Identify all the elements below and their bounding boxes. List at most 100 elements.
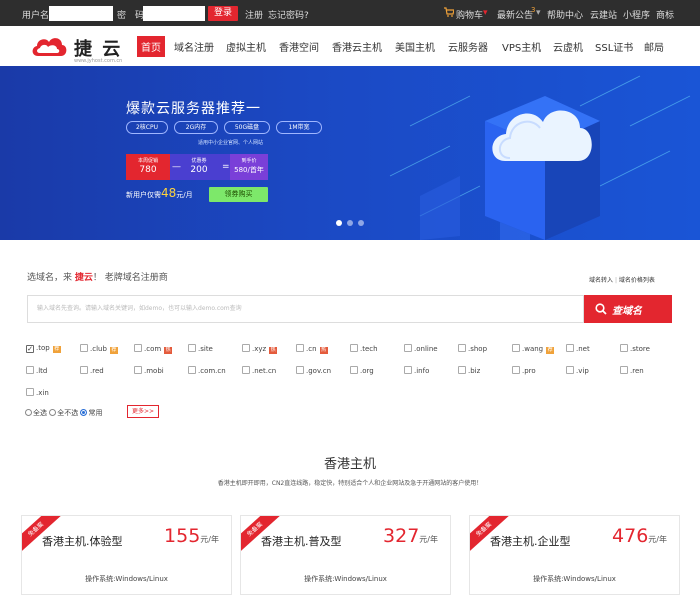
- tld-option[interactable]: .wang 荐: [512, 344, 555, 354]
- tld-option[interactable]: .biz: [458, 366, 480, 376]
- tld-option[interactable]: .shop: [458, 344, 487, 354]
- card-os: 操作系统:Windows/Linux: [533, 575, 616, 583]
- help-link[interactable]: 帮助中心: [547, 8, 583, 21]
- tld-option[interactable]: .mobi: [134, 366, 164, 376]
- tld-checkbox[interactable]: [296, 344, 304, 352]
- tld-option[interactable]: ✓ .top 荐: [26, 344, 61, 354]
- hosting-card-trial[interactable]: 免备案 香港主机.体验型 155元/年 操作系统:Windows/Linux: [21, 515, 232, 595]
- tld-option[interactable]: .tech: [350, 344, 378, 354]
- tld-option[interactable]: .online: [404, 344, 438, 354]
- register-link[interactable]: 注册: [245, 8, 263, 21]
- tld-checkbox[interactable]: [80, 366, 88, 374]
- tld-checkbox[interactable]: [458, 344, 466, 352]
- tld-checkbox[interactable]: [26, 388, 34, 396]
- tld-checkbox[interactable]: [242, 366, 250, 374]
- tld-label: .org: [360, 367, 374, 375]
- tld-checkbox[interactable]: [188, 344, 196, 352]
- tld-checkbox[interactable]: [26, 366, 34, 374]
- radio-select-all[interactable]: 全选: [25, 409, 47, 417]
- tld-checkbox[interactable]: [134, 366, 142, 374]
- tld-checkbox[interactable]: [404, 344, 412, 352]
- card-name: 香港主机.体验型: [42, 535, 123, 548]
- nav-hk-cloud[interactable]: 香港云主机: [332, 39, 382, 54]
- nav-us-host[interactable]: 美国主机: [395, 39, 435, 54]
- tld-option[interactable]: .store: [620, 344, 650, 354]
- tld-option[interactable]: .site: [188, 344, 213, 354]
- carousel-dot-1[interactable]: [336, 220, 342, 226]
- tld-option[interactable]: .cn 热: [296, 344, 328, 354]
- tld-checkbox[interactable]: [512, 344, 520, 352]
- tld-checkbox[interactable]: [404, 366, 412, 374]
- carousel-dot-3[interactable]: [358, 220, 364, 226]
- tld-checkbox[interactable]: [512, 366, 520, 374]
- card-price-value: 155: [164, 525, 201, 547]
- tld-checkbox[interactable]: [620, 366, 628, 374]
- tld-checkbox[interactable]: [296, 366, 304, 374]
- nav-mail[interactable]: 邮局: [644, 39, 664, 54]
- radio-select-common[interactable]: 常用: [80, 409, 102, 417]
- tld-checkbox[interactable]: [134, 344, 142, 352]
- tld-checkbox[interactable]: [566, 344, 574, 352]
- nav-domain[interactable]: 域名注册: [174, 39, 214, 54]
- tld-option[interactable]: .red: [80, 366, 104, 376]
- tld-option[interactable]: .gov.cn: [296, 366, 331, 376]
- tld-option[interactable]: .info: [404, 366, 429, 376]
- tld-option[interactable]: .net.cn: [242, 366, 276, 376]
- tld-checkbox[interactable]: [458, 366, 466, 374]
- card-price-value: 327: [383, 525, 420, 547]
- tld-option[interactable]: .net: [566, 344, 590, 354]
- nav-cloud-vhost[interactable]: 云虚机: [553, 39, 583, 54]
- nav-hk-space[interactable]: 香港空间: [279, 39, 319, 54]
- promo-box: 本周促销 780 — 优惠券 200 = 到手价 580/首年: [126, 154, 268, 180]
- more-tlds-button[interactable]: 更多>>: [127, 405, 159, 418]
- tld-checkbox[interactable]: [620, 344, 628, 352]
- tld-option[interactable]: .org: [350, 366, 374, 376]
- carousel-dot-2[interactable]: [347, 220, 353, 226]
- hero-banner[interactable]: 爆款云服务器推荐一 2核CPU 2G内存 50G磁盘 1M带宽 适用中小企业官网…: [0, 66, 700, 240]
- tld-checkbox[interactable]: [80, 344, 88, 352]
- site-builder-link[interactable]: 云建站: [590, 8, 617, 21]
- tld-option[interactable]: .pro: [512, 366, 536, 376]
- logo-url: www.jyhost.com.cn: [74, 58, 123, 64]
- title-brand: 捷云: [74, 273, 93, 283]
- nav-home[interactable]: 首页: [137, 36, 165, 57]
- tld-checkbox[interactable]: [566, 366, 574, 374]
- search-domain-button[interactable]: 查域名: [584, 295, 672, 323]
- logo[interactable]: 捷 云 www.jyhost.com.cn: [30, 32, 150, 64]
- nav-ssl[interactable]: SSL证书: [595, 39, 633, 54]
- tld-checkbox[interactable]: [242, 344, 250, 352]
- promo-equals: =: [222, 162, 230, 172]
- hosting-card-enterprise[interactable]: 免备案 香港主机.企业型 476元/年 操作系统:Windows/Linux: [469, 515, 680, 595]
- tld-checkbox[interactable]: [350, 366, 358, 374]
- login-button[interactable]: 登录: [208, 6, 238, 21]
- tld-option[interactable]: .ltd: [26, 366, 47, 376]
- card-price-value: 476: [612, 525, 649, 547]
- domain-search-input[interactable]: 输入域名先查询。请输入域名关键词，如demo，也可以输入demo.com查询: [27, 295, 584, 323]
- radio-select-none[interactable]: 全不选: [49, 409, 78, 417]
- coupon-buy-button[interactable]: 领券购买: [209, 187, 268, 202]
- cart-link[interactable]: 购物车: [456, 8, 483, 21]
- nav-virtual-host[interactable]: 虚拟主机: [226, 39, 266, 54]
- tld-option[interactable]: .xyz 热: [242, 344, 278, 354]
- domain-transfer-link[interactable]: 域名转入: [589, 277, 613, 284]
- mini-program-link[interactable]: 小程序: [623, 8, 650, 21]
- hosting-card-basic[interactable]: 免备案 香港主机.普及型 327元/年 操作系统:Windows/Linux: [240, 515, 451, 595]
- password-input[interactable]: [143, 6, 205, 21]
- tld-option[interactable]: .xin: [26, 388, 49, 398]
- tld-checkbox[interactable]: [350, 344, 358, 352]
- tld-option[interactable]: .com.cn: [188, 366, 226, 376]
- tld-option[interactable]: .vip: [566, 366, 589, 376]
- trademark-link[interactable]: 商标: [656, 8, 674, 21]
- tld-checkbox[interactable]: [188, 366, 196, 374]
- tld-label: .tech: [360, 345, 378, 353]
- notice-link[interactable]: 最新公告: [497, 8, 533, 21]
- username-input[interactable]: [49, 6, 113, 21]
- domain-price-link[interactable]: 域名价格列表: [619, 277, 655, 284]
- tld-checkbox[interactable]: ✓: [26, 345, 34, 353]
- forgot-password-link[interactable]: 忘记密码?: [268, 8, 309, 21]
- nav-cloud-server[interactable]: 云服务器: [448, 39, 488, 54]
- tld-option[interactable]: .com 热: [134, 344, 173, 354]
- nav-vps[interactable]: VPS主机: [502, 39, 541, 54]
- tld-option[interactable]: .ren: [620, 366, 644, 376]
- tld-option[interactable]: .club 荐: [80, 344, 118, 354]
